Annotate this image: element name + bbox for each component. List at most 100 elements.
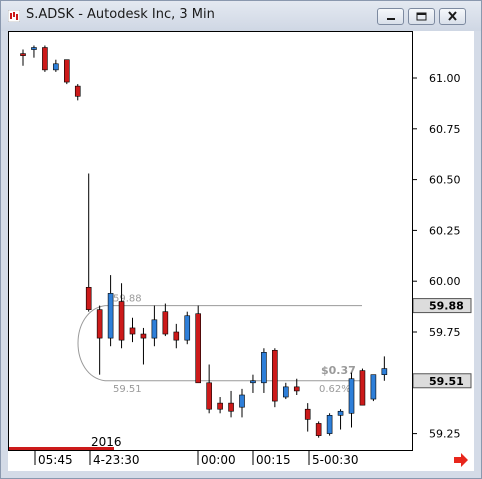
- candle-body: [195, 313, 201, 384]
- candle-body: [261, 352, 267, 384]
- candle: [359, 368, 366, 406]
- candle: [217, 397, 223, 414]
- time-axis-labels: 05:45 4-23:30 00:00 00:15 5-00:30: [34, 451, 359, 467]
- candle-body: [20, 53, 26, 56]
- candle: [272, 348, 278, 408]
- candle-body: [272, 349, 278, 402]
- candle: [348, 372, 355, 428]
- candle-body: [31, 47, 37, 50]
- scroll-right-arrow-icon[interactable]: [453, 453, 469, 467]
- candle: [282, 382, 289, 400]
- price-tag-label: 59.51: [429, 375, 464, 388]
- measure-percent-label: 0.62%: [319, 384, 351, 395]
- candle-body: [85, 286, 92, 310]
- candle: [337, 409, 344, 430]
- candle-body: [173, 331, 180, 341]
- candle-body: [96, 309, 103, 339]
- candle-body: [359, 370, 366, 406]
- price-axis: 61.0060.7560.5060.2560.0059.7559.5059.25…: [412, 31, 474, 451]
- candle: [53, 59, 59, 72]
- close-button[interactable]: [439, 8, 466, 25]
- price-tick-label: 60.25: [429, 224, 461, 237]
- candle-body: [293, 386, 300, 392]
- price-tick-label: 61.00: [429, 72, 461, 85]
- candle-body: [206, 382, 212, 410]
- candle: [261, 348, 267, 393]
- candle-body: [282, 386, 289, 398]
- time-tick-label: 00:15: [256, 453, 291, 467]
- candlestick-plot: 59.88 59.51 $0.37 0.62% 2016: [9, 45, 388, 450]
- candle-body: [184, 315, 191, 341]
- candle-body: [63, 59, 70, 83]
- candle: [184, 311, 191, 345]
- candle-body: [42, 47, 48, 71]
- candle-body: [118, 301, 125, 341]
- candle: [326, 413, 333, 436]
- candle: [206, 364, 212, 414]
- candle: [20, 49, 26, 66]
- candle: [151, 305, 158, 347]
- candle-body: [217, 402, 223, 410]
- candle: [129, 317, 136, 343]
- candle-body: [370, 374, 377, 400]
- candle: [63, 59, 70, 85]
- price-tick-label: 59.25: [429, 428, 461, 441]
- candle-body: [250, 380, 256, 384]
- candle: [96, 305, 103, 375]
- price-axis-labels: 61.0060.7560.5060.2560.0059.7559.5059.25…: [412, 72, 472, 441]
- candle: [195, 305, 201, 384]
- candle-body: [107, 293, 114, 339]
- candle-body: [129, 327, 136, 335]
- year-label: 2016: [91, 435, 122, 449]
- price-tick-label: 60.50: [429, 174, 461, 187]
- candle: [31, 45, 37, 58]
- session-bar: [9, 447, 114, 450]
- level-label-high: 59.88: [113, 294, 142, 305]
- price-tag-label: 59.88: [429, 300, 464, 313]
- candle-body: [74, 85, 81, 97]
- minimize-button[interactable]: [377, 8, 404, 25]
- chart-window: S.ADSK - Autodesk Inc, 3 Min 59.88 59.51 $…: [0, 0, 482, 479]
- candle: [85, 173, 92, 312]
- candle: [239, 388, 245, 418]
- price-tick-label: 60.75: [429, 123, 461, 136]
- candle: [250, 374, 256, 393]
- candle: [42, 45, 48, 72]
- candle-body: [315, 423, 322, 436]
- price-tag: 59.51: [412, 373, 472, 389]
- title-bar[interactable]: S.ADSK - Autodesk Inc, 3 Min: [1, 1, 481, 31]
- price-tick-label: 60.00: [429, 275, 461, 288]
- candle-body: [337, 410, 344, 416]
- time-tick-label: 4-23:30: [93, 453, 140, 467]
- candle-body: [53, 63, 59, 71]
- time-tick-label: 5-00:30: [312, 453, 359, 467]
- plot-area[interactable]: 59.88 59.51 $0.37 0.62% 2016: [8, 31, 413, 451]
- candle: [228, 390, 234, 418]
- candle: [74, 84, 81, 101]
- time-tick-label: 00:00: [201, 453, 236, 467]
- price-tag: 59.88: [412, 298, 472, 314]
- candle-body: [239, 394, 245, 408]
- candle: [140, 327, 147, 365]
- candle-body: [228, 402, 234, 412]
- candle: [381, 356, 388, 381]
- time-tick-label: 05:45: [38, 453, 73, 467]
- candle-body: [140, 333, 147, 339]
- candle: [107, 275, 114, 347]
- candle-body: [304, 408, 311, 420]
- level-label-low: 59.51: [113, 384, 142, 395]
- window-title: S.ADSK - Autodesk Inc, 3 Min: [26, 7, 215, 22]
- candle: [173, 323, 180, 349]
- candle: [162, 303, 169, 337]
- candle: [370, 374, 377, 402]
- minimize-icon: [387, 18, 395, 20]
- restore-icon: [416, 12, 427, 21]
- candle-body: [381, 368, 388, 375]
- restore-button[interactable]: [408, 8, 435, 25]
- price-tick-label: 59.75: [429, 326, 461, 339]
- candle-body: [151, 319, 158, 339]
- chart-app-icon: [8, 10, 20, 22]
- candle-body: [162, 311, 169, 335]
- candle-body: [326, 415, 333, 434]
- candle: [304, 403, 311, 432]
